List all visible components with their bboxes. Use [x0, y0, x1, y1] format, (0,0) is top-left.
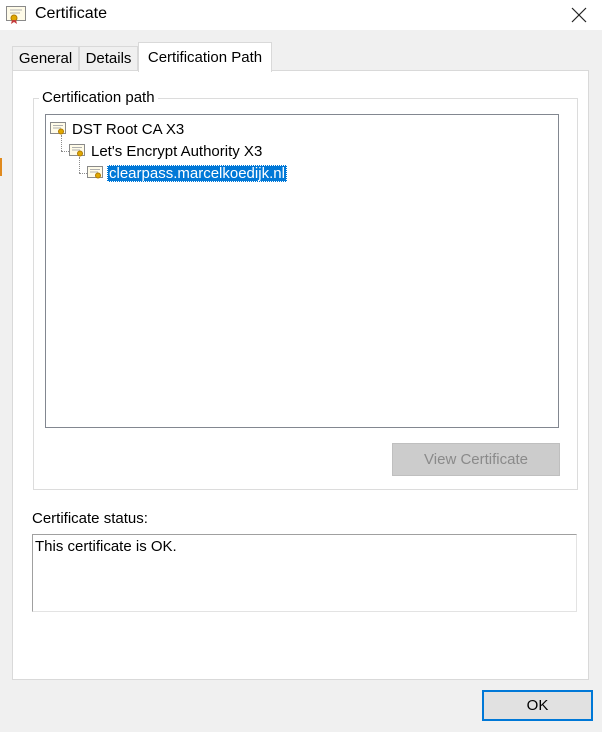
tab-details[interactable]: Details	[79, 46, 138, 70]
tree-node-label: DST Root CA X3	[72, 120, 185, 138]
certificate-icon	[50, 122, 66, 135]
tree-node-label: Let's Encrypt Authority X3	[91, 142, 263, 160]
tree-connector	[61, 151, 69, 152]
certification-path-group-label: Certification path	[39, 89, 158, 106]
certificate-icon	[6, 6, 26, 24]
tree-node-root[interactable]: DST Root CA X3	[50, 119, 186, 139]
tab-panel: Certification path DST Root CA X3 Let's …	[12, 70, 589, 680]
certificate-status-box[interactable]: This certificate is OK.	[32, 534, 577, 612]
tab-certification-path[interactable]: Certification Path	[138, 42, 272, 72]
tab-details-label: Details	[85, 50, 132, 67]
edge-marker	[0, 158, 2, 176]
certificate-icon	[87, 166, 103, 179]
certificate-status-text: This certificate is OK.	[35, 538, 177, 555]
tree-connector	[79, 173, 87, 174]
title-bar: Certificate	[0, 0, 602, 30]
certificate-icon	[69, 144, 85, 157]
close-icon	[571, 7, 587, 23]
certificate-tree[interactable]: DST Root CA X3 Let's Encrypt Authority X…	[45, 114, 559, 428]
tab-certification-path-label: Certification Path	[147, 49, 263, 66]
tree-node-intermediate[interactable]: Let's Encrypt Authority X3	[69, 141, 264, 161]
certificate-status-label: Certificate status:	[32, 510, 148, 527]
tab-general-label: General	[18, 50, 73, 67]
view-certificate-button[interactable]: View Certificate	[392, 443, 560, 476]
ok-button[interactable]: OK	[482, 690, 593, 721]
close-button[interactable]	[556, 0, 602, 30]
tree-node-label: clearpass.marcelkoedijk.nl	[107, 164, 287, 182]
window-title: Certificate	[35, 5, 108, 22]
tab-general[interactable]: General	[12, 46, 79, 70]
tree-node-leaf[interactable]: clearpass.marcelkoedijk.nl	[87, 163, 287, 183]
